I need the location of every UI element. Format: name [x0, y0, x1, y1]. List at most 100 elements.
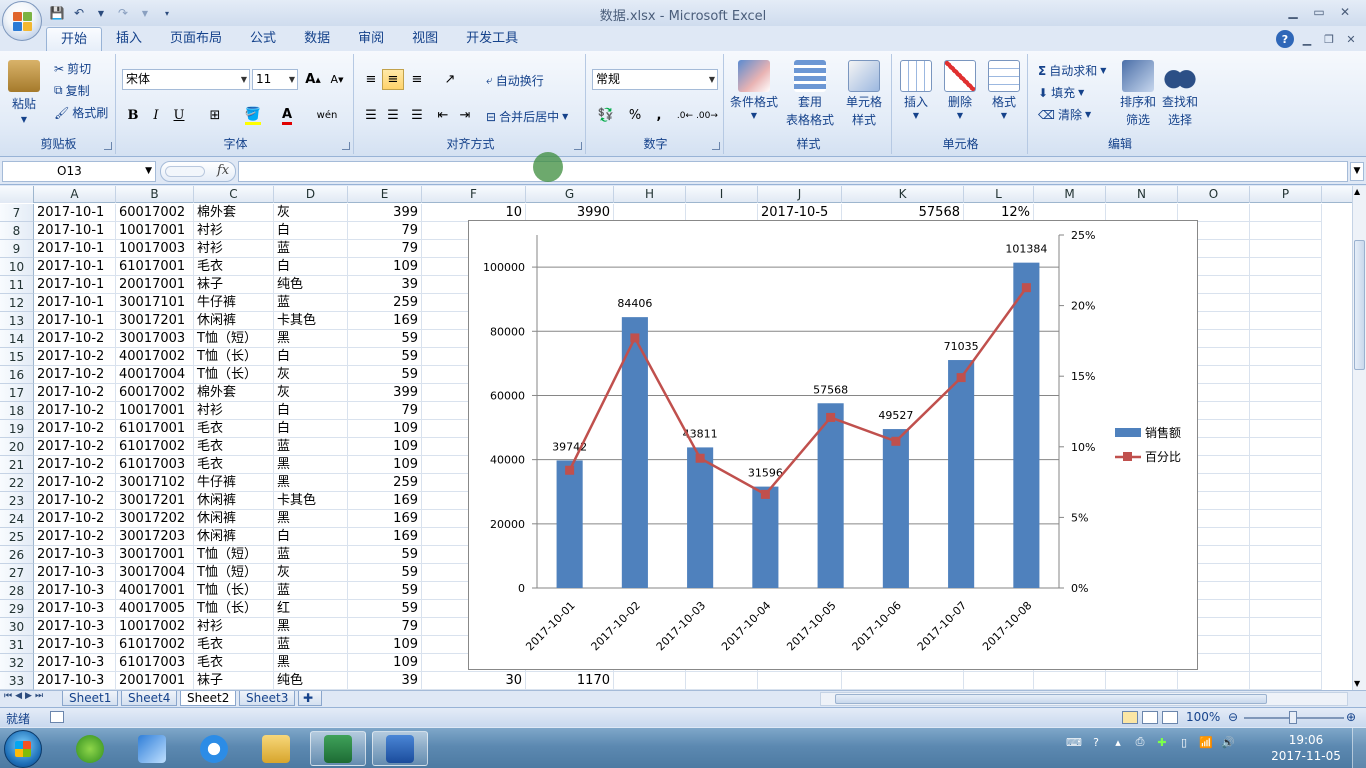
cell-p[interactable]	[1250, 528, 1322, 546]
cell-e[interactable]: 109	[348, 258, 422, 276]
column-header-b[interactable]: B	[116, 186, 194, 203]
cell-p[interactable]	[1250, 348, 1322, 366]
cell-b[interactable]: 10017001	[116, 222, 194, 240]
cell-a[interactable]: 2017-10-2	[34, 438, 116, 456]
column-header-g[interactable]: G	[526, 186, 614, 203]
row-header[interactable]: 14	[0, 330, 34, 348]
row-header[interactable]: 13	[0, 312, 34, 330]
row-header[interactable]: 26	[0, 546, 34, 564]
cell-e[interactable]: 169	[348, 510, 422, 528]
column-header-j[interactable]: J	[758, 186, 842, 203]
cell-c[interactable]: 衬衫	[194, 240, 274, 258]
increase-indent-button[interactable]: ⇥	[454, 105, 476, 126]
cell-c[interactable]: T恤（长）	[194, 582, 274, 600]
last-sheet-icon[interactable]: ⏭	[35, 691, 43, 701]
scroll-up-icon[interactable]: ▲	[1354, 187, 1360, 196]
cell-p[interactable]	[1250, 222, 1322, 240]
cell-c[interactable]: T恤（短）	[194, 564, 274, 582]
cell-c[interactable]: T恤（短）	[194, 546, 274, 564]
cell-a[interactable]: 2017-10-2	[34, 366, 116, 384]
clear-button[interactable]: ⌫ 清除 ▼	[1038, 106, 1091, 123]
cell-d[interactable]: 卡其色	[274, 312, 348, 330]
cell-e[interactable]: 109	[348, 456, 422, 474]
cell-c[interactable]: 衬衫	[194, 402, 274, 420]
cell-d[interactable]: 卡其色	[274, 492, 348, 510]
cell-d[interactable]: 灰	[274, 204, 348, 222]
cell-a[interactable]: 2017-10-2	[34, 402, 116, 420]
cell-e[interactable]: 39	[348, 276, 422, 294]
taskbar-app-word[interactable]	[372, 731, 428, 766]
row-header[interactable]: 11	[0, 276, 34, 294]
cell-p[interactable]	[1250, 618, 1322, 636]
column-header-i[interactable]: I	[686, 186, 758, 203]
cell-d[interactable]: 白	[274, 528, 348, 546]
cell-b[interactable]: 40017001	[116, 582, 194, 600]
align-middle-button[interactable]: ≡	[382, 69, 404, 90]
cell-c[interactable]: 休闲裤	[194, 492, 274, 510]
column-header-n[interactable]: N	[1106, 186, 1178, 203]
cell-e[interactable]: 79	[348, 402, 422, 420]
cell-b[interactable]: 30017202	[116, 510, 194, 528]
tray-overflow-icon[interactable]: ▴	[1110, 734, 1126, 750]
cell-m[interactable]	[1034, 672, 1106, 690]
cell-c[interactable]: 休闲裤	[194, 312, 274, 330]
cell-n[interactable]	[1106, 672, 1178, 690]
cell-p[interactable]	[1250, 420, 1322, 438]
column-header-o[interactable]: O	[1178, 186, 1250, 203]
cell-c[interactable]: T恤（长）	[194, 366, 274, 384]
row-header[interactable]: 16	[0, 366, 34, 384]
cell-b[interactable]: 10017003	[116, 240, 194, 258]
row-header[interactable]: 28	[0, 582, 34, 600]
sheet-tab-sheet3[interactable]: Sheet3	[239, 691, 296, 706]
cell-c[interactable]: 棉外套	[194, 204, 274, 222]
cell-f[interactable]: 30	[422, 672, 526, 690]
cell-d[interactable]: 灰	[274, 384, 348, 402]
cell-d[interactable]: 白	[274, 222, 348, 240]
cell-p[interactable]	[1250, 636, 1322, 654]
cell-d[interactable]: 蓝	[274, 438, 348, 456]
row-header[interactable]: 12	[0, 294, 34, 312]
orientation-button[interactable]: ↗	[436, 69, 464, 90]
row-header[interactable]: 17	[0, 384, 34, 402]
cell-d[interactable]: 黑	[274, 618, 348, 636]
cell-b[interactable]: 61017002	[116, 636, 194, 654]
sort-filter-button[interactable]: 排序和 筛选	[1120, 60, 1156, 128]
cell-a[interactable]: 2017-10-3	[34, 636, 116, 654]
cell-p[interactable]	[1250, 492, 1322, 510]
column-header-c[interactable]: C	[194, 186, 274, 203]
prev-sheet-icon[interactable]: ◀	[15, 691, 22, 701]
tab-review[interactable]: 审阅	[344, 27, 398, 51]
cell-b[interactable]: 30017201	[116, 492, 194, 510]
insert-cells-button[interactable]: 插入 ▼	[900, 60, 932, 120]
row-header[interactable]: 20	[0, 438, 34, 456]
cell-p[interactable]	[1250, 366, 1322, 384]
cell-d[interactable]: 蓝	[274, 636, 348, 654]
cell-a[interactable]: 2017-10-3	[34, 564, 116, 582]
row-header[interactable]: 32	[0, 654, 34, 672]
copy-button[interactable]: ⧉ 复制	[54, 82, 90, 99]
cell-p[interactable]	[1250, 672, 1322, 690]
close-icon[interactable]: ✕	[1332, 2, 1358, 22]
find-select-button[interactable]: 查找和 选择	[1162, 60, 1198, 128]
cut-button[interactable]: ✂ 剪切	[54, 60, 91, 77]
name-box[interactable]: O13 ▼	[2, 161, 156, 182]
column-header-e[interactable]: E	[348, 186, 422, 203]
cell-p[interactable]	[1250, 654, 1322, 672]
cell-b[interactable]: 10017002	[116, 618, 194, 636]
doc-restore-icon[interactable]: ❐	[1320, 30, 1338, 48]
first-sheet-icon[interactable]: ⏮	[4, 691, 12, 701]
keyboard-icon[interactable]: ⌨	[1066, 734, 1082, 750]
paste-button[interactable]: 粘贴 ▼	[8, 60, 40, 124]
cell-p[interactable]	[1250, 582, 1322, 600]
column-header-a[interactable]: A	[34, 186, 116, 203]
cell-p[interactable]	[1250, 240, 1322, 258]
cell-a[interactable]: 2017-10-2	[34, 384, 116, 402]
cell-p[interactable]	[1250, 456, 1322, 474]
align-right-button[interactable]: ☰	[406, 105, 428, 126]
cell-d[interactable]: 黑	[274, 654, 348, 672]
zoom-out-icon[interactable]: ⊖	[1228, 710, 1238, 724]
cell-a[interactable]: 2017-10-2	[34, 348, 116, 366]
increase-decimal-button[interactable]: .0←	[674, 105, 696, 126]
row-header[interactable]: 30	[0, 618, 34, 636]
row-header[interactable]: 19	[0, 420, 34, 438]
